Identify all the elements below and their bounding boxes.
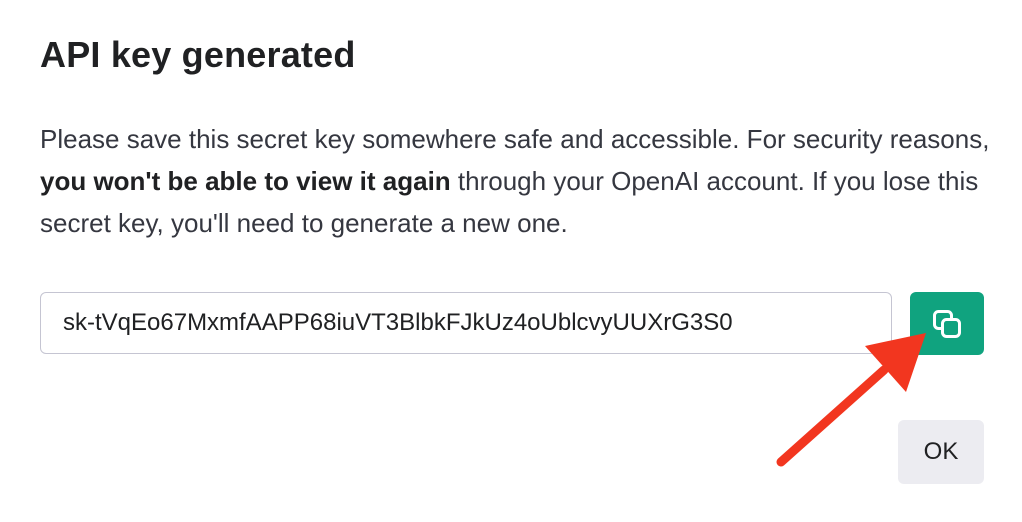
dialog-title: API key generated [40,34,356,75]
message-warning-bold: you won't be able to view it again [40,166,451,196]
ok-button[interactable]: OK [898,420,984,484]
copy-key-button[interactable] [910,292,984,355]
copy-icon [933,309,961,338]
api-key-dialog: API key generated Please save this secre… [0,0,1022,522]
message-text-start: Please save this secret key somewhere sa… [40,124,990,154]
dialog-message: Please save this secret key somewhere sa… [40,118,990,244]
secret-key-field[interactable] [40,292,892,354]
annotation-arrow-icon [776,333,926,467]
